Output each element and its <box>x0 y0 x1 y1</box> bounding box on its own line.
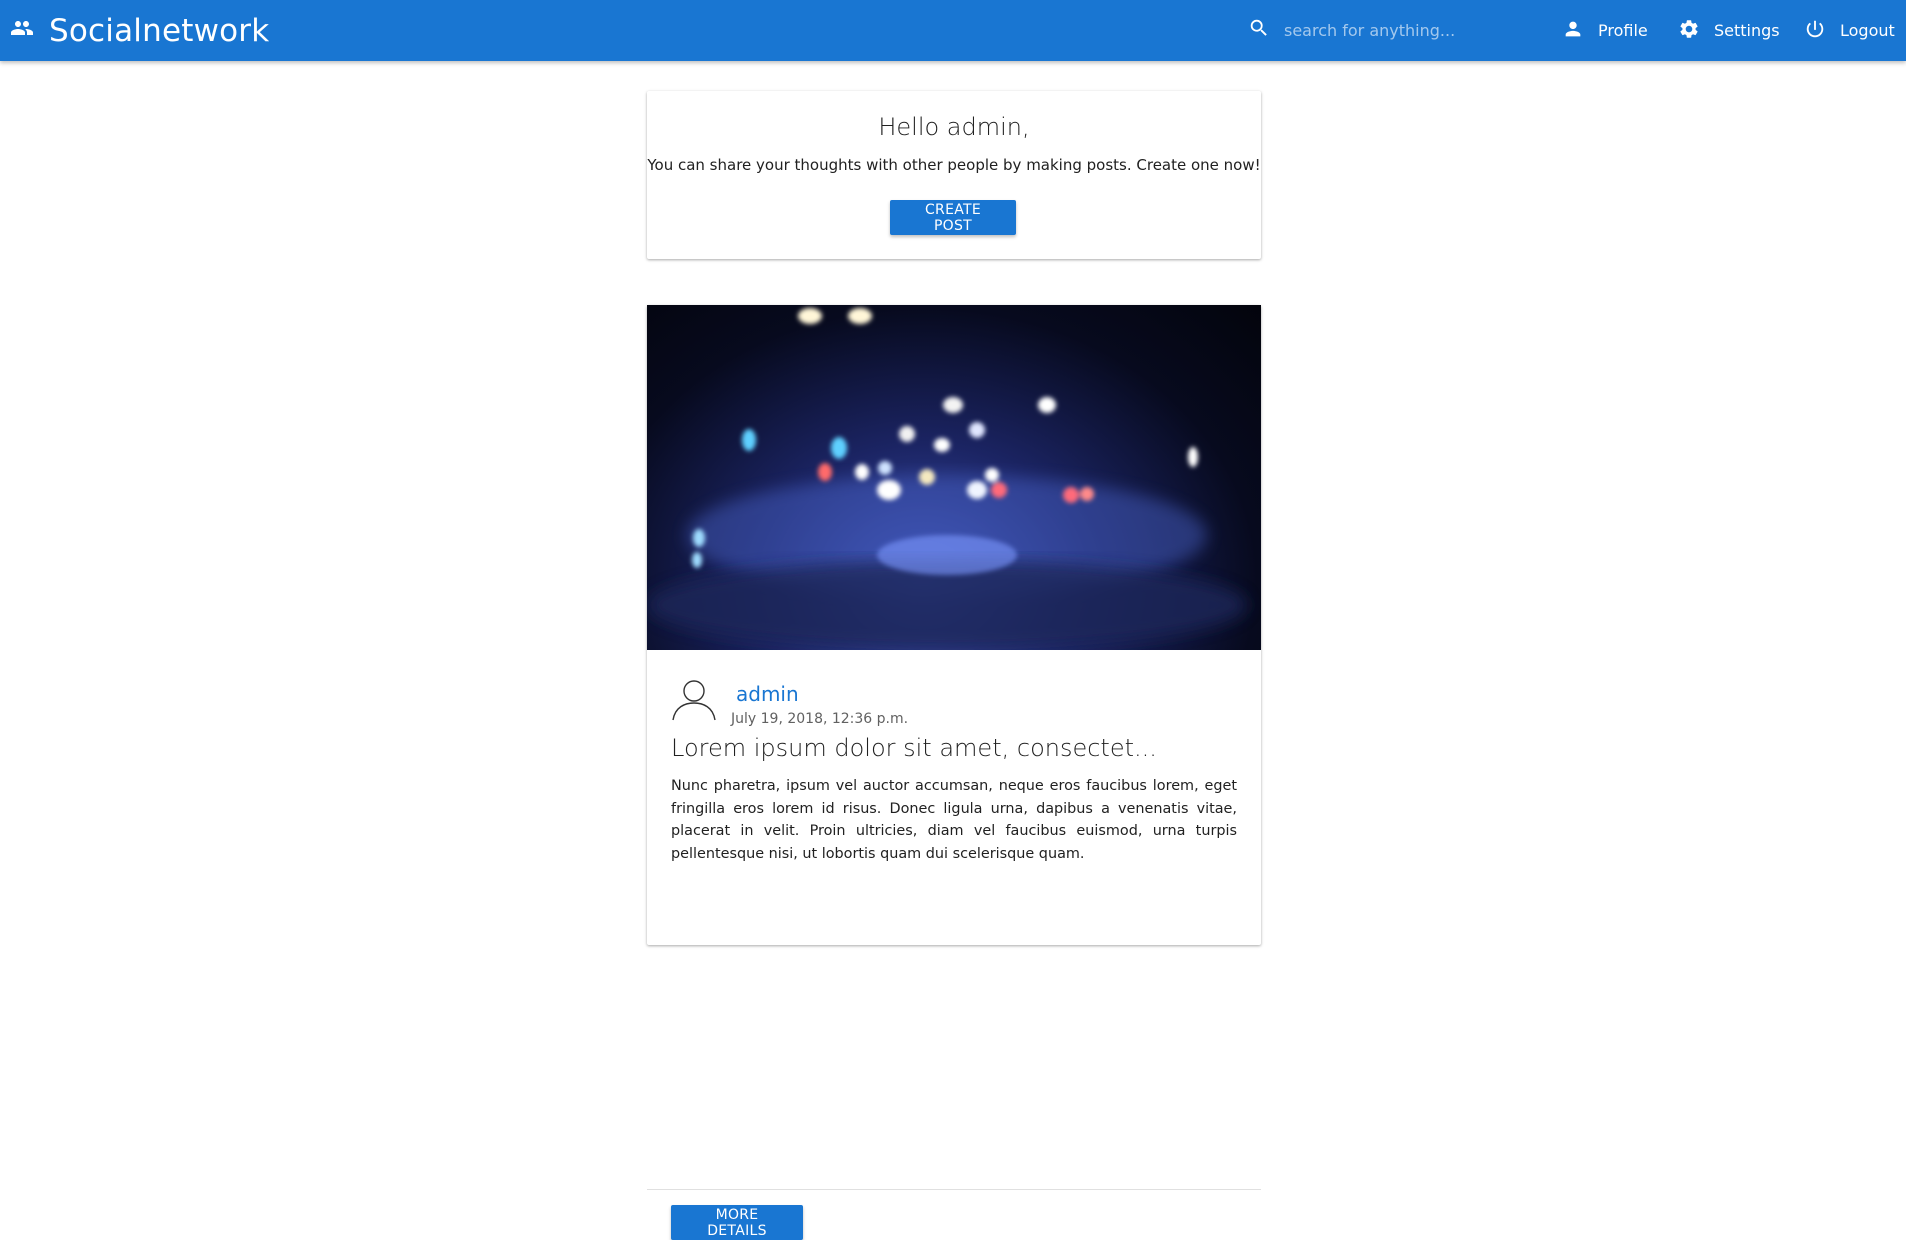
post-card: admin July 19, 2018, 12:36 p.m. Lorem ip… <box>647 305 1261 1240</box>
brand-title: Socialnetwork <box>49 12 270 49</box>
welcome-title: Hello admin, <box>878 113 1030 141</box>
welcome-card: Hello admin, You can share your thoughts… <box>647 91 1261 259</box>
avatar[interactable] <box>671 676 717 722</box>
top-app-bar: Socialnetwork Profile Settings Logout <box>0 0 1906 61</box>
nav-logout-label: Logout <box>1840 21 1895 40</box>
person-icon <box>1562 18 1598 44</box>
more-details-button[interactable]: MORE DETAILS <box>671 1205 803 1240</box>
people-icon <box>10 16 34 45</box>
power-icon <box>1804 18 1840 44</box>
welcome-text: You can share your thoughts with other p… <box>647 156 1261 174</box>
search-input[interactable] <box>1282 19 1506 41</box>
nav-profile-label: Profile <box>1598 21 1648 40</box>
brand-link[interactable]: Socialnetwork <box>10 0 269 61</box>
nav-logout[interactable]: Logout <box>1804 0 1895 61</box>
post-image[interactable] <box>647 305 1261 650</box>
nav-settings-label: Settings <box>1714 21 1780 40</box>
post-author-link[interactable]: admin <box>736 682 799 706</box>
search-icon[interactable] <box>1248 17 1270 44</box>
search-bar <box>1248 12 1528 48</box>
nav-profile[interactable]: Profile <box>1562 0 1648 61</box>
post-text: Nunc pharetra, ipsum vel auctor accumsan… <box>671 778 1237 862</box>
nav-settings[interactable]: Settings <box>1678 0 1780 61</box>
create-post-button[interactable]: CREATE POST <box>890 200 1016 235</box>
post-timestamp: July 19, 2018, 12:36 p.m. <box>731 711 909 727</box>
post-title: Lorem ipsum dolor sit amet, consectet... <box>671 734 1157 762</box>
gear-icon <box>1678 18 1714 44</box>
card-divider <box>647 1189 1261 1190</box>
bokeh-lights <box>647 308 1247 650</box>
